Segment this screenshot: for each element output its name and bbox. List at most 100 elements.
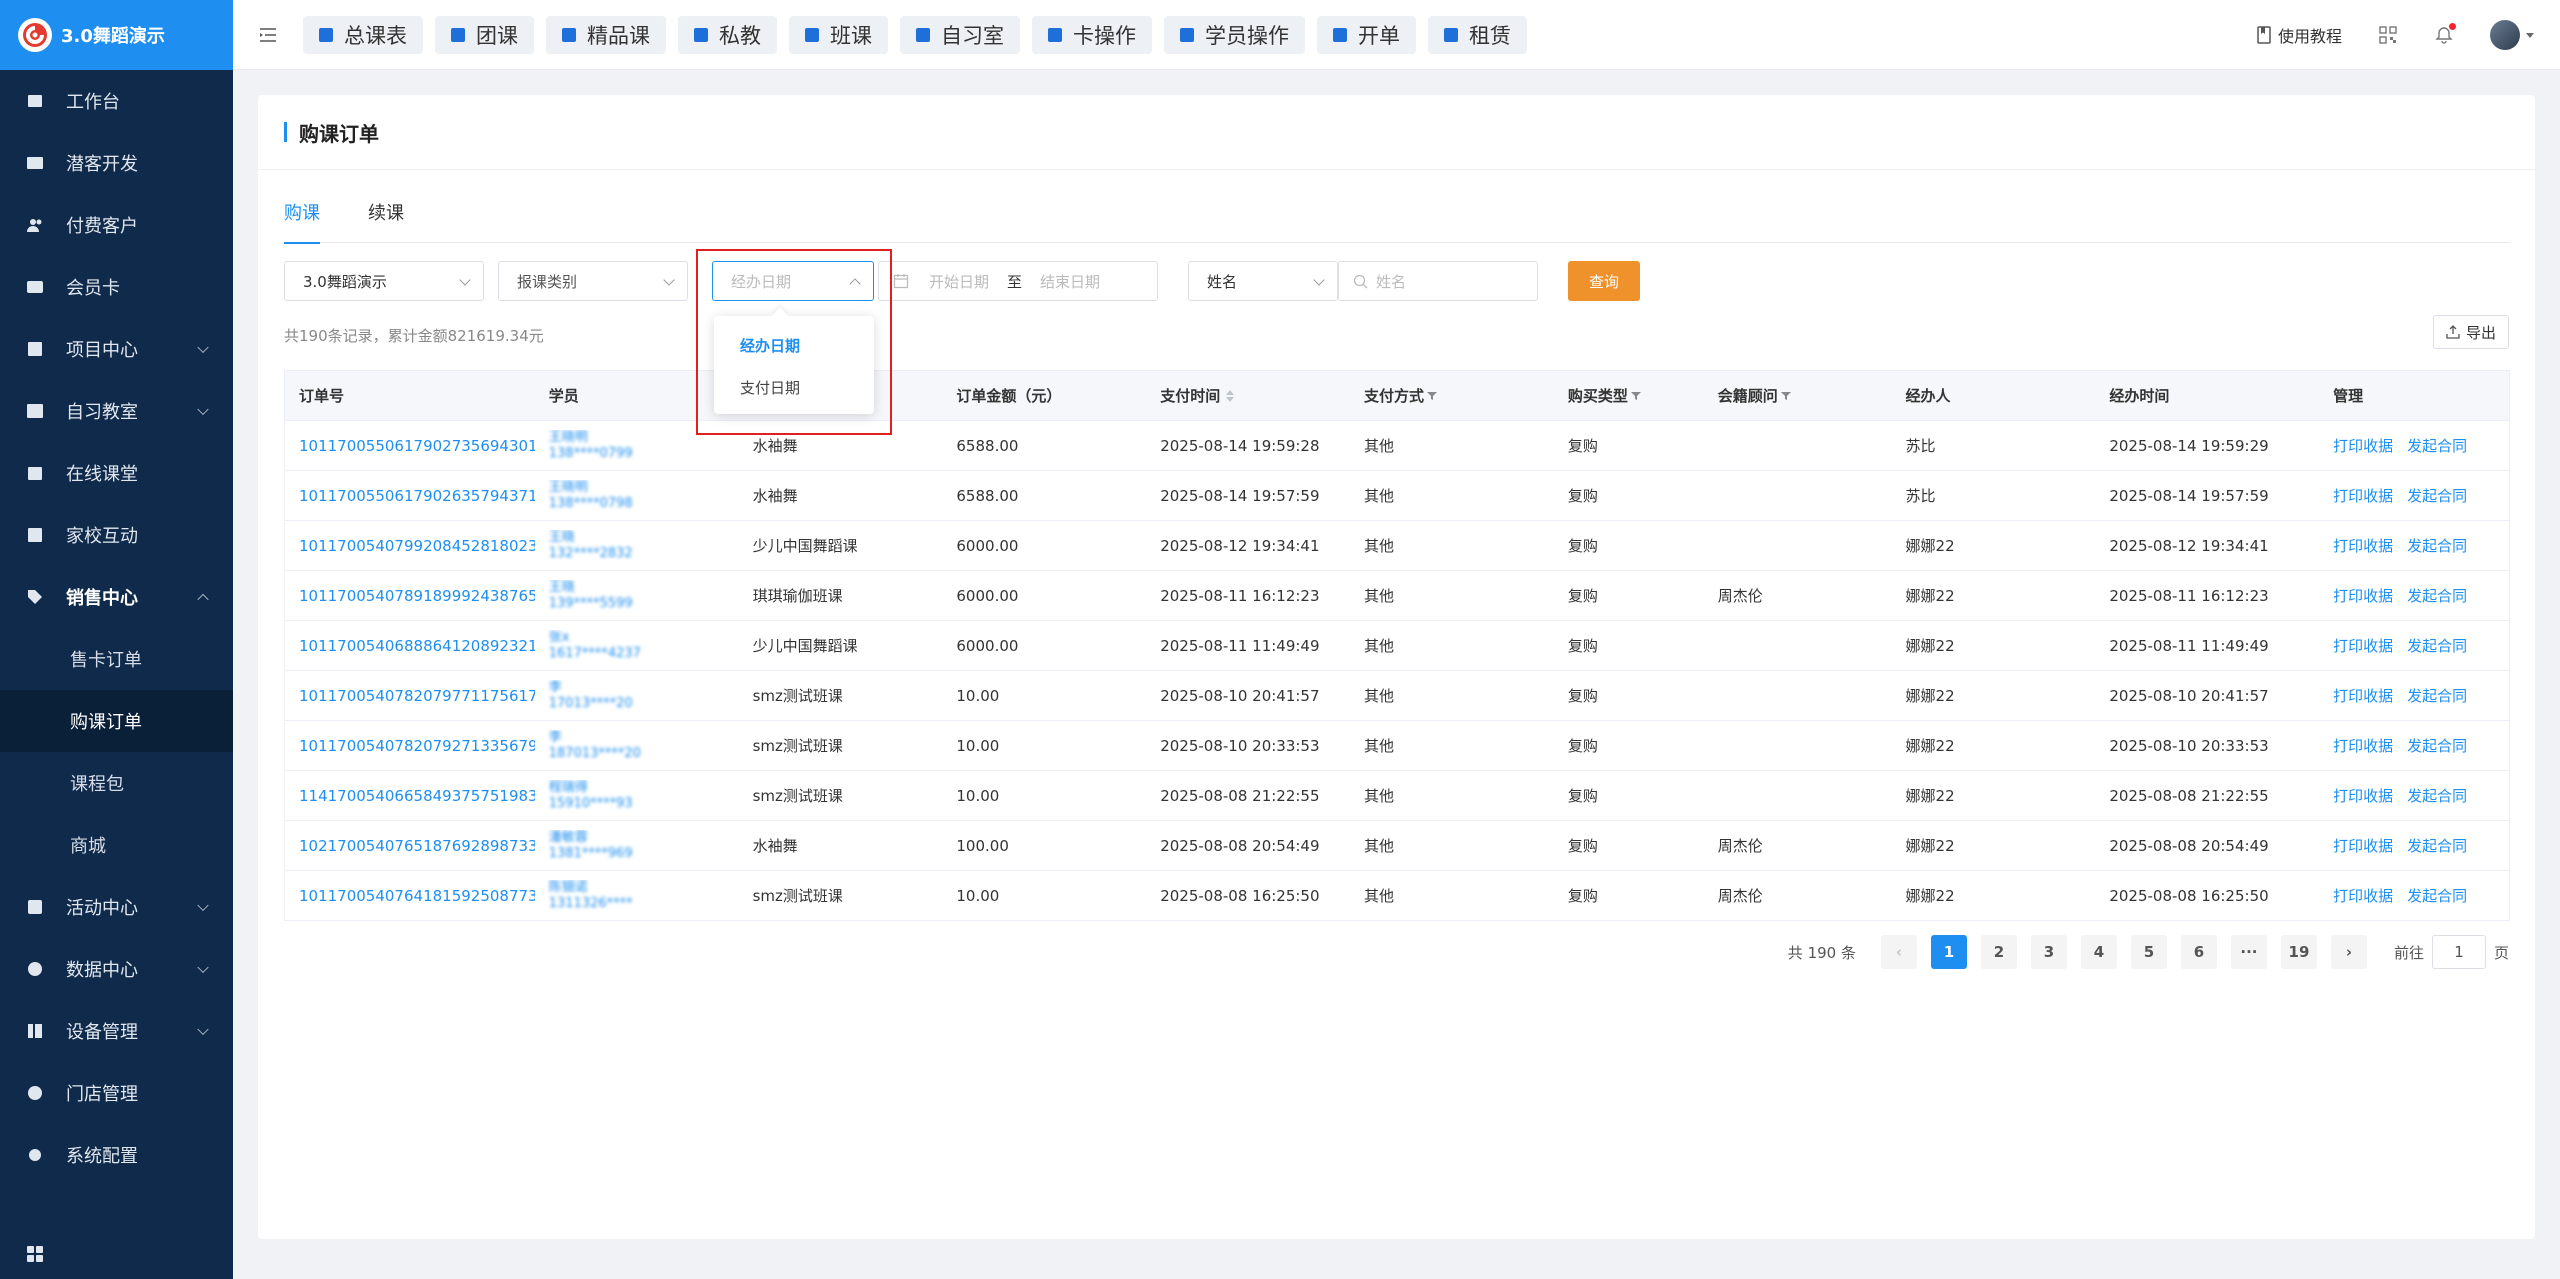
- order-number-link[interactable]: 102170054076518769289873358: [285, 837, 535, 855]
- th-pay-method[interactable]: 支付方式: [1350, 385, 1554, 406]
- start-contract-link[interactable]: 发起合同: [2407, 585, 2467, 606]
- topnav-button-8[interactable]: 开单: [1317, 15, 1416, 54]
- print-receipt-link[interactable]: 打印收据: [2333, 485, 2393, 506]
- sidebar-item-b1[interactable]: 数据中心: [0, 938, 233, 1000]
- page-button-···[interactable]: ···: [2230, 935, 2267, 969]
- start-contract-link[interactable]: 发起合同: [2407, 835, 2467, 856]
- print-receipt-link[interactable]: 打印收据: [2333, 685, 2393, 706]
- page-button-1[interactable]: 1: [1930, 935, 1967, 969]
- student-cell[interactable]: 李 17013****20: [535, 680, 739, 712]
- end-date-input[interactable]: 结束日期: [1040, 271, 1100, 292]
- student-cell[interactable]: 李 187013****20: [535, 730, 739, 762]
- qr-code-button[interactable]: [2378, 25, 2398, 45]
- sidebar-item-b2[interactable]: 设备管理: [0, 1000, 233, 1062]
- sidebar-item-a5[interactable]: 自习教室: [0, 380, 233, 442]
- th-buy-type[interactable]: 购买类型: [1554, 385, 1704, 406]
- order-number-link[interactable]: 101170054078207927133567942: [285, 737, 535, 755]
- apps-grid-button[interactable]: [0, 1229, 233, 1279]
- student-cell[interactable]: 陈钿诺 1311326****: [535, 880, 739, 912]
- student-cell[interactable]: 张x 1617****4237: [535, 630, 739, 662]
- topnav-button-5[interactable]: 自习室: [900, 15, 1020, 54]
- tab-purchase[interactable]: 购课: [284, 195, 320, 244]
- print-receipt-link[interactable]: 打印收据: [2333, 885, 2393, 906]
- collapse-sidebar-button[interactable]: [233, 25, 303, 45]
- order-number-link[interactable]: 101170055061790263579437100: [285, 487, 535, 505]
- start-date-input[interactable]: 开始日期: [929, 271, 989, 292]
- store-select[interactable]: 3.0舞蹈演示: [284, 261, 484, 301]
- brand[interactable]: 3.0舞蹈演示: [0, 0, 233, 70]
- start-contract-link[interactable]: 发起合同: [2407, 535, 2467, 556]
- start-contract-link[interactable]: 发起合同: [2407, 635, 2467, 656]
- goto-page-input[interactable]: 1: [2431, 935, 2486, 969]
- print-receipt-link[interactable]: 打印收据: [2333, 635, 2393, 656]
- sidebar-item-a8[interactable]: 销售中心: [0, 566, 233, 628]
- topnav-button-9[interactable]: 租赁: [1428, 15, 1527, 54]
- sidebar-item-a1[interactable]: 潜客开发: [0, 132, 233, 194]
- page-button-3[interactable]: 3: [2030, 935, 2067, 969]
- print-receipt-link[interactable]: 打印收据: [2333, 585, 2393, 606]
- topnav-button-2[interactable]: 精品课: [546, 15, 666, 54]
- topnav-button-1[interactable]: 团课: [435, 15, 534, 54]
- order-number-link[interactable]: 101170054078918999243876530: [285, 587, 535, 605]
- topnav-button-3[interactable]: 私教: [678, 15, 777, 54]
- page-button-6[interactable]: 6: [2180, 935, 2217, 969]
- sidebar-item-b4[interactable]: 系统配置: [0, 1124, 233, 1186]
- sidebar-item-a4[interactable]: 项目中心: [0, 318, 233, 380]
- page-button-2[interactable]: 2: [1980, 935, 2017, 969]
- print-receipt-link[interactable]: 打印收据: [2333, 435, 2393, 456]
- page-button-4[interactable]: 4: [2080, 935, 2117, 969]
- prev-page-button[interactable]: ‹: [1880, 935, 1917, 969]
- topnav-button-0[interactable]: 总课表: [303, 15, 423, 54]
- sidebar-item-b0[interactable]: 活动中心: [0, 876, 233, 938]
- avatar[interactable]: [2490, 20, 2520, 50]
- print-receipt-link[interactable]: 打印收据: [2333, 835, 2393, 856]
- sidebar-subitem-3[interactable]: 商城: [0, 814, 233, 876]
- student-cell[interactable]: 程瑞得 15910****93: [535, 780, 739, 812]
- sidebar-item-a3[interactable]: 会员卡: [0, 256, 233, 318]
- sidebar-item-a7[interactable]: 家校互动: [0, 504, 233, 566]
- next-page-button[interactable]: ›: [2330, 935, 2367, 969]
- sidebar-subitem-0[interactable]: 售卡订单: [0, 628, 233, 690]
- start-contract-link[interactable]: 发起合同: [2407, 735, 2467, 756]
- print-receipt-link[interactable]: 打印收据: [2333, 735, 2393, 756]
- sidebar-subitem-1[interactable]: 购课订单: [0, 690, 233, 752]
- start-contract-link[interactable]: 发起合同: [2407, 435, 2467, 456]
- sidebar-subitem-2[interactable]: 课程包: [0, 752, 233, 814]
- query-button[interactable]: 查询: [1568, 261, 1640, 301]
- order-number-link[interactable]: 101170054076418159250877306: [285, 887, 535, 905]
- page-button-19[interactable]: 19: [2280, 935, 2317, 969]
- order-number-link[interactable]: 101170054078207977117561703: [285, 687, 535, 705]
- order-number-link[interactable]: 101170055061790273569430148: [285, 437, 535, 455]
- notification-button[interactable]: [2434, 23, 2456, 45]
- start-contract-link[interactable]: 发起合同: [2407, 685, 2467, 706]
- student-cell[interactable]: 王晓 139****5599: [535, 580, 739, 612]
- topnav-button-6[interactable]: 卡操作: [1032, 15, 1152, 54]
- sidebar-item-a2[interactable]: 付费客户: [0, 194, 233, 256]
- topnav-button-4[interactable]: 班课: [789, 15, 888, 54]
- category-select[interactable]: 报课类别: [498, 261, 688, 301]
- page-button-5[interactable]: 5: [2130, 935, 2167, 969]
- sidebar-item-a6[interactable]: 在线课堂: [0, 442, 233, 504]
- th-pay-time[interactable]: 支付时间: [1146, 385, 1350, 406]
- search-field-select[interactable]: 姓名: [1188, 261, 1338, 301]
- start-contract-link[interactable]: 发起合同: [2407, 485, 2467, 506]
- sidebar-item-b3[interactable]: 门店管理: [0, 1062, 233, 1124]
- student-cell[interactable]: 王晓 132****2832: [535, 530, 739, 562]
- order-number-link[interactable]: 114170054066584937575198342: [285, 787, 535, 805]
- caret-down-icon[interactable]: [2526, 32, 2534, 38]
- print-receipt-link[interactable]: 打印收据: [2333, 535, 2393, 556]
- tutorial-link[interactable]: 使用教程: [2254, 23, 2342, 47]
- name-search-input[interactable]: 姓名: [1338, 261, 1538, 301]
- date-range-picker[interactable]: 开始日期 至 结束日期: [878, 261, 1158, 301]
- export-button[interactable]: 导出: [2432, 315, 2509, 349]
- tab-renew[interactable]: 续课: [368, 195, 404, 243]
- student-cell[interactable]: 王晓明 138****0798: [535, 480, 739, 512]
- th-advisor[interactable]: 会籍顾问: [1704, 385, 1892, 406]
- start-contract-link[interactable]: 发起合同: [2407, 785, 2467, 806]
- start-contract-link[interactable]: 发起合同: [2407, 885, 2467, 906]
- order-number-link[interactable]: 101170054079920845281802369: [285, 537, 535, 555]
- sidebar-item-a0[interactable]: 工作台: [0, 70, 233, 132]
- order-number-link[interactable]: 101170054068886412089232149: [285, 637, 535, 655]
- topnav-button-7[interactable]: 学员操作: [1164, 15, 1305, 54]
- print-receipt-link[interactable]: 打印收据: [2333, 785, 2393, 806]
